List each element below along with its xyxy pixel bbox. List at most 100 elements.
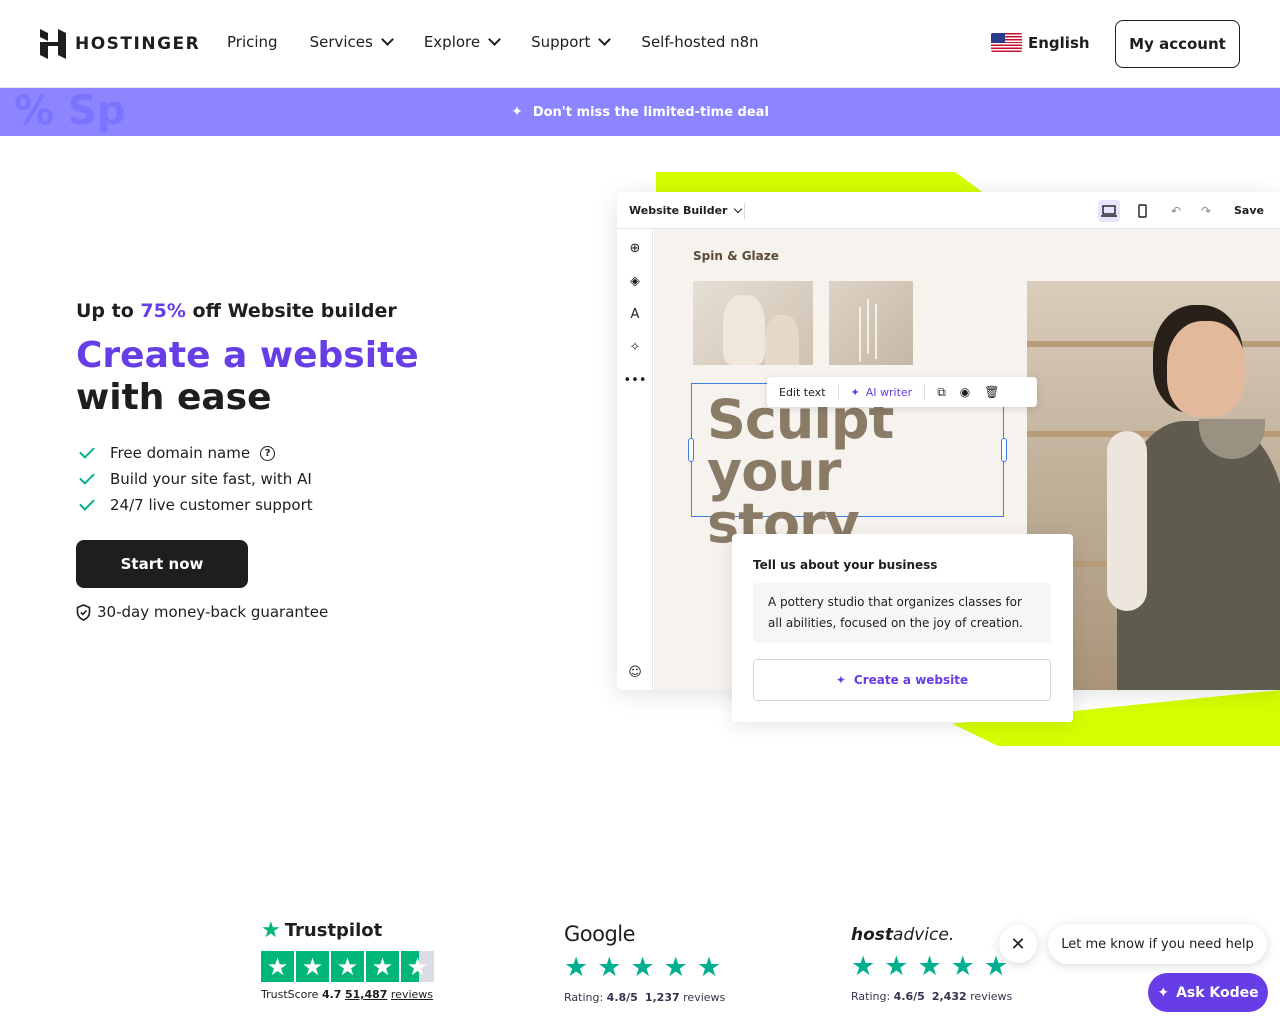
business-description-input[interactable]: A pottery studio that organizes classes … (753, 583, 1051, 643)
ask-kodee-label: Ask Kodee (1176, 984, 1259, 1001)
edit-bar-divider (837, 384, 839, 400)
builder-title-dropdown[interactable]: Website Builder (629, 204, 743, 217)
feature-item: 24/7 live customer support (79, 492, 313, 518)
add-element-icon[interactable]: ⊕ (626, 239, 644, 257)
nav-support[interactable]: Support (531, 33, 612, 51)
trustpilot-score: TrustScore 4.7 51,487 reviews (261, 988, 434, 1001)
nav-services[interactable]: Services (310, 33, 394, 51)
star-icon: ★ (296, 951, 329, 982)
builder-title: Website Builder (629, 204, 728, 217)
chevron-down-icon (488, 33, 501, 46)
more-icon[interactable]: ••• (624, 371, 647, 389)
check-icon (79, 443, 95, 459)
trash-icon[interactable]: 🗑 (984, 385, 999, 399)
eyebrow-suffix: off Website builder (185, 300, 397, 322)
nav-n8n-label: Self-hosted n8n (641, 33, 759, 51)
toolbar-divider (744, 203, 745, 219)
my-account-button[interactable]: My account (1115, 20, 1240, 68)
trustpilot-review[interactable]: ★ Trustpilot ★ ★ ★ ★ ★ TrustScore 4.7 51,… (261, 918, 434, 1001)
star-icon: ★ (331, 951, 364, 982)
language-selector[interactable]: English (991, 33, 1090, 52)
feature-text: 24/7 live customer support (110, 496, 313, 514)
duplicate-icon[interactable]: ⧉ (937, 385, 946, 400)
edit-text-button[interactable]: Edit text (779, 386, 826, 399)
us-flag-icon (991, 33, 1022, 52)
nav-pricing-label: Pricing (227, 33, 278, 51)
review-count-suffix: reviews (970, 990, 1013, 1003)
score-label: TrustScore (261, 988, 319, 1001)
review-count-suffix: reviews (683, 991, 726, 1004)
canvas-headline: Sculpt your story (707, 388, 894, 555)
ai-writer-label: AI writer (865, 385, 913, 399)
review-count: 1,237 (644, 991, 680, 1004)
star-icon: ★ (564, 952, 589, 983)
site-header: HOSTINGER Pricing Services Explore Suppo… (0, 0, 1280, 88)
feature-item: Free domain name? (79, 440, 313, 466)
star-icon: ★ (261, 951, 294, 982)
google-review[interactable]: Google ★ ★ ★ ★ ★ Rating: 4.8/5 1,237 reviews (564, 922, 725, 1004)
rating-label: Rating: (564, 991, 604, 1004)
review-count[interactable]: 51,487 (345, 988, 387, 1001)
nav-n8n[interactable]: Self-hosted n8n (641, 33, 758, 51)
hostinger-logo[interactable]: HOSTINGER (40, 29, 200, 59)
star-icon: ★ (630, 952, 655, 983)
builder-save-button[interactable]: Save (1234, 204, 1264, 217)
sparkle-icon: ✦ (511, 104, 523, 120)
layers-icon[interactable]: ◈ (626, 272, 644, 290)
star-icon: ★ (884, 951, 909, 982)
business-prompt-title: Tell us about your business (753, 558, 938, 572)
hostadvice-stars: ★ ★ ★ ★ ★ (851, 953, 1012, 980)
start-now-button[interactable]: Start now (76, 540, 248, 588)
google-stars: ★ ★ ★ ★ ★ (564, 954, 725, 981)
sparkle-icon: ✦ (850, 385, 860, 399)
language-label: English (1028, 33, 1090, 52)
rating-value: 4.8/5 (606, 991, 638, 1004)
nav-pricing[interactable]: Pricing (227, 33, 278, 51)
site-brand-name: Spin & Glaze (693, 249, 779, 263)
resize-handle-left[interactable] (688, 438, 694, 462)
help-chat-icon[interactable]: ☺ (626, 663, 644, 681)
trustpilot-stars: ★ ★ ★ ★ ★ (261, 951, 434, 982)
redo-icon[interactable]: ↷ (1195, 200, 1217, 222)
google-logo: Google (564, 922, 636, 946)
main-nav: Pricing Services Explore Support Self-ho… (227, 33, 759, 51)
feature-text: Free domain name (110, 444, 251, 462)
visibility-icon[interactable]: ◉ (960, 385, 970, 399)
builder-toolbar: Website Builder ↶ ↷ Save (617, 192, 1280, 229)
promo-decoration: % Sp (0, 88, 135, 136)
create-website-button[interactable]: ✦ Create a website (753, 659, 1051, 701)
photo-sleeve (1107, 431, 1147, 611)
ask-kodee-button[interactable]: ✦ Ask Kodee (1148, 973, 1268, 1012)
promo-text: Don't miss the limited-time deal (532, 104, 769, 120)
hero-eyebrow: Up to 75% off Website builder (76, 300, 397, 322)
guarantee-text: 30-day money-back guarantee (97, 603, 329, 621)
logo-wordmark: HOSTINGER (75, 34, 201, 54)
sparkle-icon: ✦ (835, 673, 846, 687)
headline-accent: Create a website (76, 335, 419, 376)
review-count: 2,432 (931, 990, 967, 1003)
star-icon: ★ (851, 951, 876, 982)
nav-support-label: Support (531, 33, 591, 51)
business-prompt-card: Tell us about your business A pottery st… (732, 534, 1073, 722)
desktop-view-icon[interactable] (1098, 200, 1120, 222)
undo-icon[interactable]: ↶ (1165, 200, 1187, 222)
star-icon: ★ (950, 951, 975, 982)
hostadvice-name-bold: host (851, 925, 894, 945)
ai-tools-icon[interactable]: ✧ (626, 338, 644, 356)
check-icon (79, 495, 95, 511)
feature-item: Build your site fast, with AI (79, 466, 313, 492)
score-value: 4.7 (321, 988, 342, 1001)
chat-message-bubble[interactable]: Let me know if you need help (1048, 924, 1267, 964)
help-icon[interactable]: ? (260, 445, 276, 461)
styles-icon[interactable]: A (626, 305, 644, 323)
ai-writer-button[interactable]: ✦ AI writer (851, 386, 913, 399)
nav-explore[interactable]: Explore (424, 33, 501, 51)
review-count-suffix[interactable]: reviews (391, 988, 433, 1001)
hostadvice-review[interactable]: hostadvice. ★ ★ ★ ★ ★ Rating: 4.6/5 2,432 re… (851, 925, 1012, 1003)
promo-banner[interactable]: % Sp ✦ Don't miss the limited-time deal (0, 88, 1280, 136)
star-icon: ★ (366, 951, 399, 982)
mobile-view-icon[interactable] (1131, 200, 1153, 222)
close-chat-button[interactable]: ✕ (999, 925, 1037, 963)
pottery-image-vases (693, 281, 813, 365)
promo-deco-text: % Sp (14, 88, 126, 134)
